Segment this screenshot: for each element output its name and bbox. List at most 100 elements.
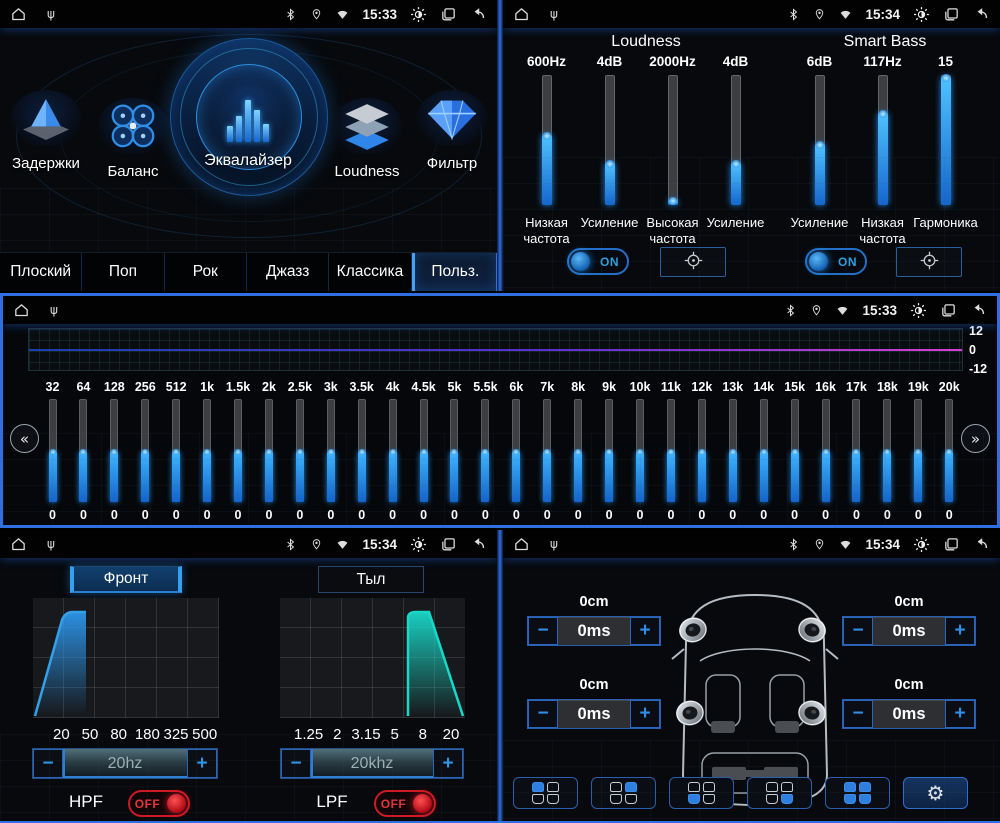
eq-band[interactable]: 6k 0 [503, 380, 530, 522]
tone-slider[interactable]: 15 Гармоника [913, 54, 978, 248]
preset-tab[interactable]: Рок [165, 253, 247, 291]
band-slider[interactable] [450, 399, 459, 502]
slider-track[interactable] [667, 75, 678, 205]
back-icon[interactable] [470, 536, 487, 553]
preset-tab[interactable]: Поп [82, 253, 165, 291]
listening-position-button[interactable]: ⚙ [825, 777, 890, 809]
band-slider[interactable] [790, 399, 799, 502]
delay-minus-button[interactable]: − [843, 700, 873, 728]
eq-band[interactable]: 7k 0 [534, 380, 561, 522]
eq-band[interactable]: 10k 0 [627, 380, 654, 522]
preset-tab[interactable]: Джазз [247, 253, 330, 291]
loudness-reset-button[interactable] [660, 247, 726, 277]
band-slider[interactable] [481, 399, 490, 502]
listening-position-button[interactable]: ⚙ [669, 777, 734, 809]
tone-slider[interactable]: 117Hz Низкая частота [851, 54, 914, 248]
eq-band[interactable]: 2.5k 0 [286, 380, 313, 522]
home-icon[interactable] [513, 6, 530, 23]
lpf-off-toggle[interactable]: OFF [374, 790, 436, 817]
band-slider[interactable] [852, 399, 861, 502]
eq-band[interactable]: 9k 0 [596, 380, 623, 522]
smartbass-reset-button[interactable] [896, 247, 962, 277]
slider-track[interactable] [814, 75, 825, 205]
band-slider[interactable] [666, 399, 675, 502]
speaker-group-tab[interactable]: Фронт [70, 566, 182, 593]
band-slider[interactable] [79, 399, 88, 502]
home-icon[interactable] [10, 536, 27, 553]
lpf-minus-button[interactable]: − [281, 749, 311, 778]
brightness-icon[interactable] [913, 6, 930, 23]
eq-band[interactable]: 18k 0 [874, 380, 901, 522]
eq-band[interactable]: 8k 0 [565, 380, 592, 522]
preset-tab[interactable]: Классика [329, 253, 412, 291]
preset-tab[interactable]: Плоский [0, 253, 83, 291]
band-slider[interactable] [388, 399, 397, 502]
band-slider[interactable] [203, 399, 212, 502]
band-slider[interactable] [326, 399, 335, 502]
eq-band[interactable]: 12k 0 [688, 380, 715, 522]
hpf-plus-button[interactable]: + [187, 749, 217, 778]
band-slider[interactable] [172, 399, 181, 502]
band-slider[interactable] [914, 399, 923, 502]
back-icon[interactable] [973, 6, 990, 23]
tone-slider[interactable]: 2000Hz Высокая частота [641, 54, 704, 248]
eq-band[interactable]: 16k 0 [812, 380, 839, 522]
band-slider[interactable] [295, 399, 304, 502]
preset-tab[interactable]: Польз. [411, 253, 497, 291]
scroll-right-button[interactable]: » [961, 424, 990, 453]
delay-minus-button[interactable]: − [528, 617, 558, 645]
eq-band[interactable]: 128 0 [101, 380, 128, 522]
brightness-icon[interactable] [410, 6, 427, 23]
home-icon[interactable] [10, 6, 27, 23]
hpf-off-toggle[interactable]: OFF [128, 790, 190, 817]
listening-position-button[interactable]: ⚙ [513, 777, 578, 809]
recents-icon[interactable] [943, 536, 960, 553]
scroll-left-button[interactable]: « [10, 424, 39, 453]
menu-item-filter[interactable]: Фильтр [406, 90, 497, 172]
back-icon[interactable] [970, 302, 987, 319]
band-slider[interactable] [141, 399, 150, 502]
back-icon[interactable] [973, 536, 990, 553]
eq-band[interactable]: 64 0 [70, 380, 97, 522]
eq-band[interactable]: 14k 0 [750, 380, 777, 522]
home-icon[interactable] [513, 536, 530, 553]
band-slider[interactable] [605, 399, 614, 502]
delay-plus-button[interactable]: + [945, 617, 975, 645]
tone-slider[interactable]: 6dB Усиление [788, 54, 851, 248]
eq-band[interactable]: 5.5k 0 [472, 380, 499, 522]
eq-band[interactable]: 15k 0 [781, 380, 808, 522]
band-slider[interactable] [48, 399, 57, 502]
brightness-icon[interactable] [910, 302, 927, 319]
band-slider[interactable] [759, 399, 768, 502]
band-slider[interactable] [357, 399, 366, 502]
speaker-group-tab[interactable]: Тыл [318, 566, 424, 593]
delay-plus-button[interactable]: + [630, 700, 660, 728]
slider-track[interactable] [541, 75, 552, 205]
eq-band[interactable]: 2k 0 [255, 380, 282, 522]
band-slider[interactable] [728, 399, 737, 502]
eq-band[interactable]: 1k 0 [194, 380, 221, 522]
band-slider[interactable] [945, 399, 954, 502]
band-slider[interactable] [110, 399, 119, 502]
band-slider[interactable] [574, 399, 583, 502]
back-icon[interactable] [470, 6, 487, 23]
eq-band[interactable]: 32 0 [39, 380, 66, 522]
eq-band[interactable]: 512 0 [163, 380, 190, 522]
eq-band[interactable]: 5k 0 [441, 380, 468, 522]
band-slider[interactable] [636, 399, 645, 502]
eq-band[interactable]: 256 0 [132, 380, 159, 522]
delay-minus-button[interactable]: − [843, 617, 873, 645]
delay-plus-button[interactable]: + [630, 617, 660, 645]
eq-band[interactable]: 4k 0 [379, 380, 406, 522]
band-slider[interactable] [821, 399, 830, 502]
eq-band[interactable]: 20k 0 [936, 380, 963, 522]
menu-item-loudness[interactable]: Loudness [318, 98, 416, 180]
menu-item-delays[interactable]: Задержки [0, 90, 92, 172]
eq-band[interactable]: 4.5k 0 [410, 380, 437, 522]
listening-position-button[interactable]: ⚙ [591, 777, 656, 809]
eq-band[interactable]: 1.5k 0 [225, 380, 252, 522]
recents-icon[interactable] [440, 536, 457, 553]
recents-icon[interactable] [943, 6, 960, 23]
hpf-minus-button[interactable]: − [33, 749, 63, 778]
band-slider[interactable] [234, 399, 243, 502]
